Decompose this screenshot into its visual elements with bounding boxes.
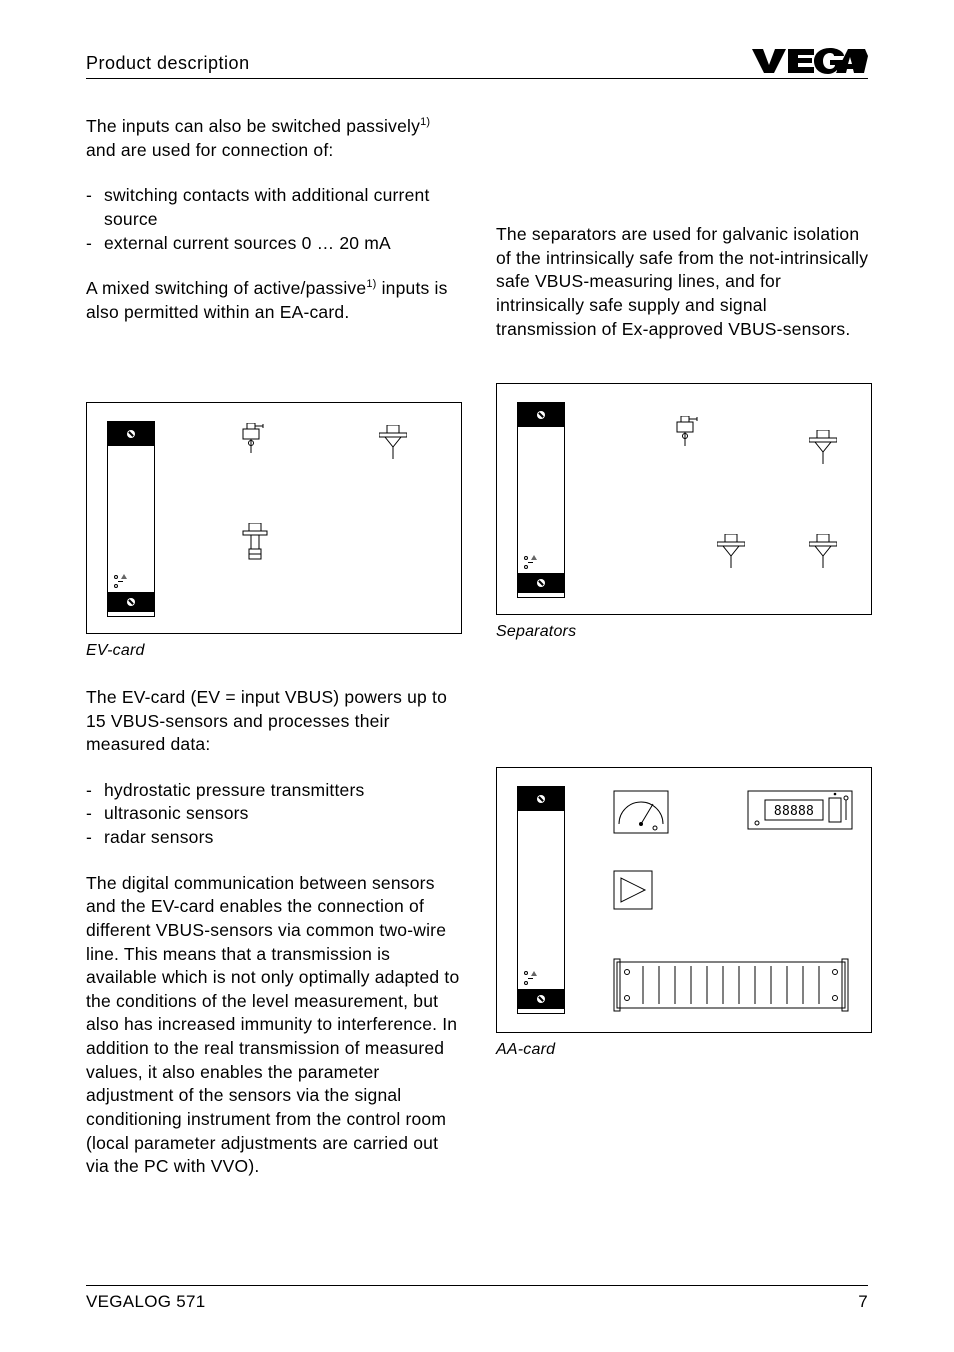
gauge-icon xyxy=(613,790,669,834)
paragraph: The digital communication between sensor… xyxy=(86,872,462,1179)
card-slot-icon xyxy=(517,786,565,1014)
page-footer: VEGALOG 571 7 xyxy=(86,1285,868,1312)
bullet-item: radar sensors xyxy=(104,826,462,850)
tank-sensor-icon xyxy=(809,430,837,466)
footnote-marker: 1) xyxy=(420,116,430,128)
bullet-item: ultrasonic sensors xyxy=(104,802,462,826)
figure-caption: Separators xyxy=(496,621,872,643)
card-slot-icon xyxy=(517,402,565,598)
display-value: 88888 xyxy=(774,804,814,819)
text: A mixed switching of active/passive xyxy=(86,278,366,298)
tank-sensor-icon xyxy=(809,534,837,570)
tank-sensor-icon xyxy=(379,425,407,461)
terminal-strip-icon xyxy=(613,958,849,1012)
paragraph: The inputs can also be switched passivel… xyxy=(86,115,462,162)
tank-sensor-icon xyxy=(717,534,745,570)
paragraph: The separators are used for galvanic iso… xyxy=(496,223,872,341)
card-slot-icon xyxy=(107,421,155,617)
paragraph: The EV-card (EV = input VBUS) powers up … xyxy=(86,686,462,757)
figure-caption: AA-card xyxy=(496,1039,872,1061)
page-number: 7 xyxy=(858,1292,868,1312)
text: and are used for connection of: xyxy=(86,140,333,160)
figure-ev-card xyxy=(86,402,462,634)
section-title: Product description xyxy=(86,53,250,74)
bullet-item: external current sources 0 … 20 mA xyxy=(104,232,462,256)
transmitter-icon xyxy=(241,423,269,457)
product-name: VEGALOG 571 xyxy=(86,1292,206,1312)
amplifier-icon xyxy=(613,870,653,910)
figure-caption: EV-card xyxy=(86,640,462,662)
digital-display-icon: 88888 xyxy=(747,790,853,830)
left-column: The inputs can also be switched passivel… xyxy=(86,115,462,1201)
bullet-item: hydrostatic pressure transmitters xyxy=(104,779,462,803)
vega-logo xyxy=(752,48,868,74)
transmitter-icon xyxy=(675,416,703,450)
text: The inputs can also be switched passivel… xyxy=(86,116,420,136)
bullet-list: -switching contacts with additional curr… xyxy=(86,184,462,255)
figure-separators xyxy=(496,383,872,615)
paragraph: A mixed switching of active/passive1) in… xyxy=(86,277,462,324)
bullet-list: -hydrostatic pressure transmitters -ultr… xyxy=(86,779,462,850)
bullet-item: switching contacts with additional curre… xyxy=(104,184,462,231)
right-column: The separators are used for galvanic iso… xyxy=(496,115,872,1201)
transmitter-icon xyxy=(241,523,269,563)
footnote-marker: 1) xyxy=(366,278,376,290)
figure-aa-card: 88888 xyxy=(496,767,872,1033)
